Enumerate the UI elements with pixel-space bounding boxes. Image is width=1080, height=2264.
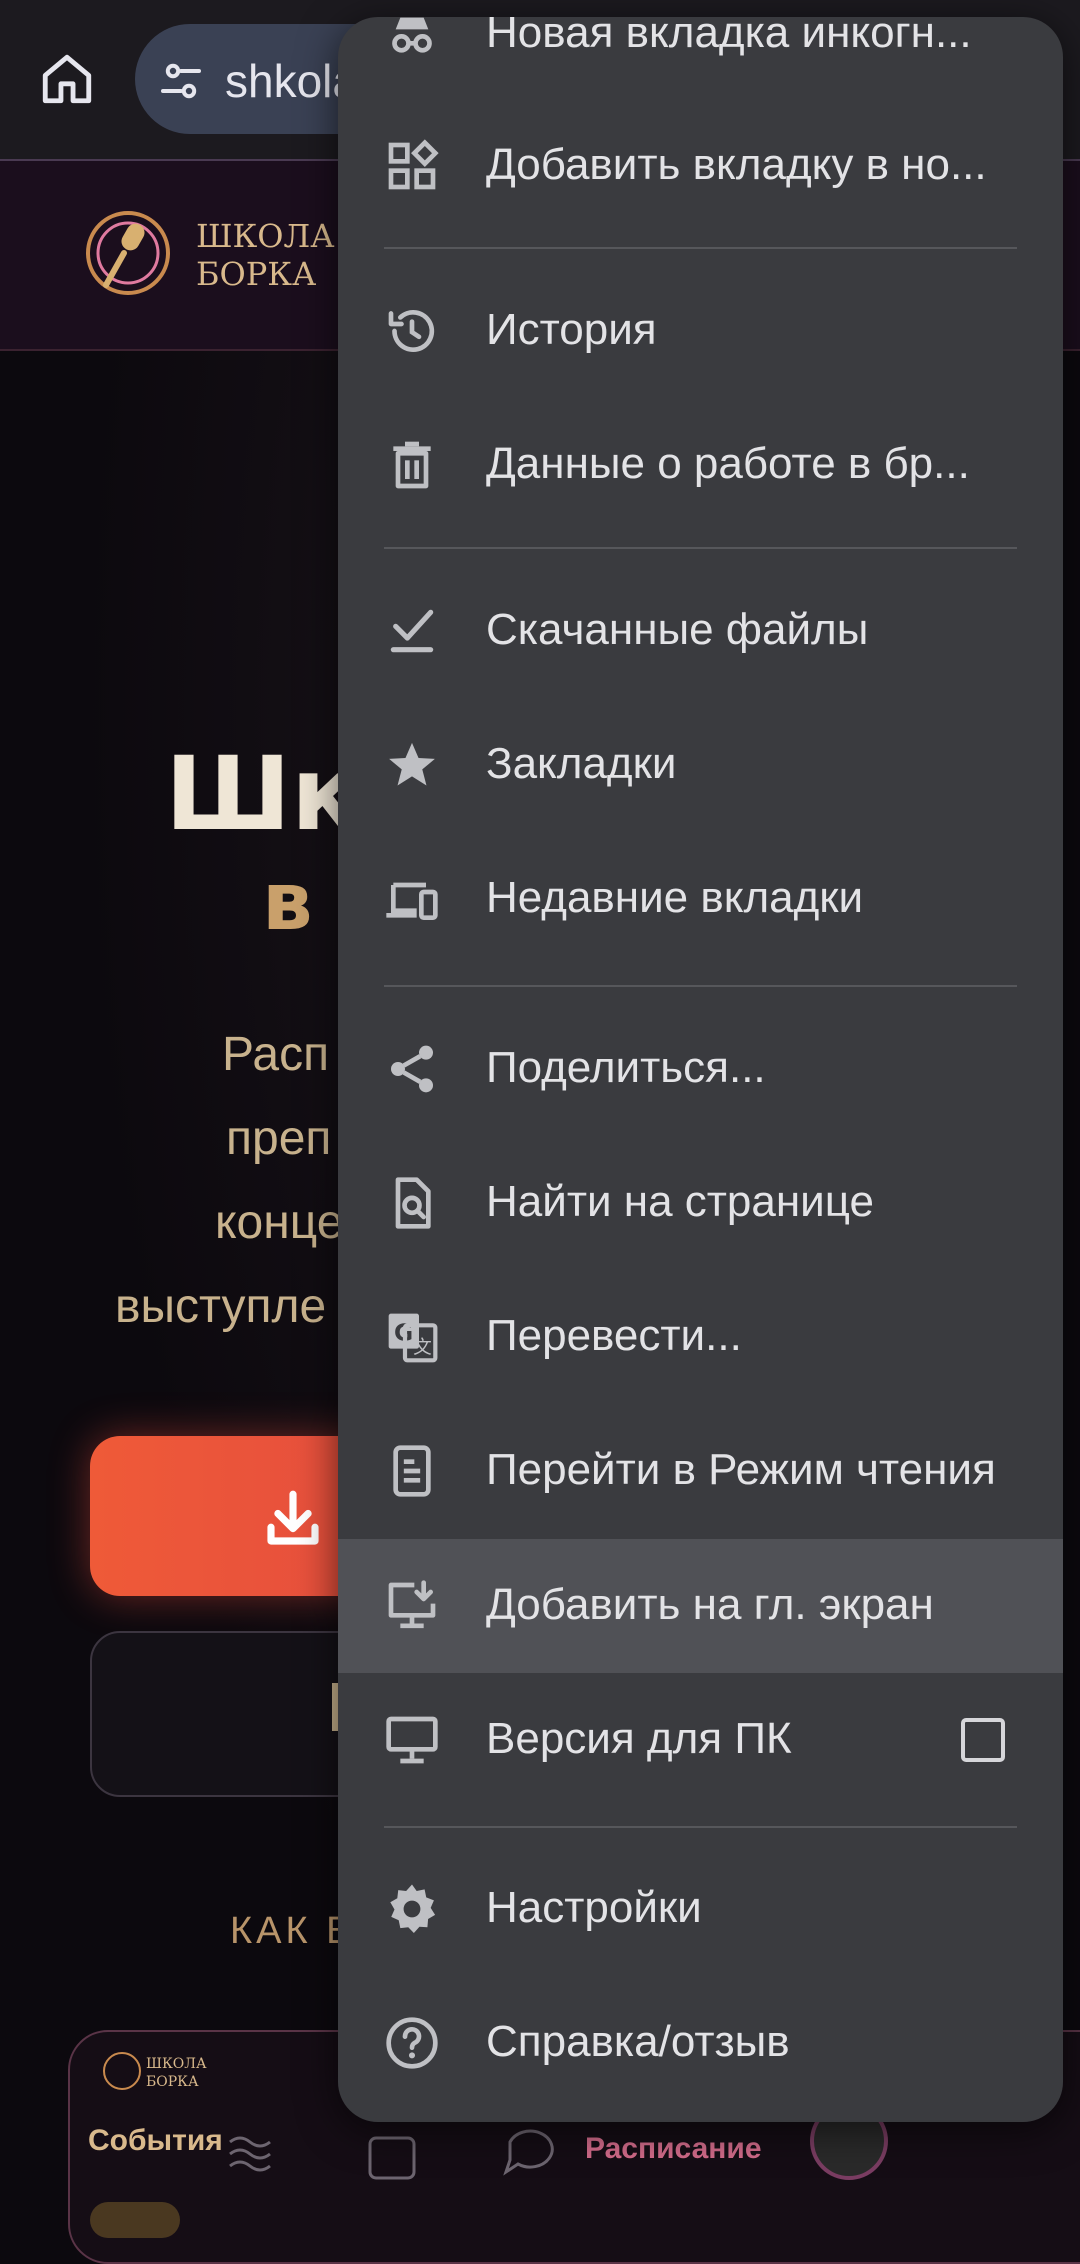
- desktop-icon: [386, 1716, 438, 1764]
- menu-item-label: Версия для ПК: [486, 1714, 792, 1763]
- svg-text:ШКОЛА: ШКОЛА: [146, 2056, 207, 2072]
- mini-events-label: События: [88, 2124, 223, 2157]
- translate-icon: G 文: [388, 1313, 438, 1363]
- settings-icon: [390, 1884, 436, 1934]
- menu-divider: [384, 1826, 1017, 1828]
- mini-logo: ШКОЛА БОРКА: [103, 2052, 207, 2090]
- site-settings-icon[interactable]: [157, 57, 205, 105]
- tab-group-icon: [388, 139, 439, 190]
- desktop-site-checkbox[interactable]: [961, 1718, 1005, 1762]
- menu-item-label: Настройки: [486, 1883, 702, 1932]
- incognito-icon: [392, 17, 432, 53]
- add-to-home-icon: [388, 1580, 436, 1629]
- how-section-label: КАК В: [230, 1910, 356, 1952]
- mini-schedule-label: Расписание: [585, 2132, 762, 2165]
- menu-item-clear-browsing-data[interactable]: Данные о работе в бр...: [338, 398, 1063, 532]
- home-icon: [42, 54, 92, 104]
- menu-item-recent-tabs[interactable]: Недавние вкладки: [338, 832, 1063, 966]
- menu-item-downloads[interactable]: Скачанные файлы: [338, 564, 1063, 698]
- browser-overflow-menu: Новая вкладка инкогн... Добавить вкладку…: [338, 17, 1063, 2122]
- trash-icon: [393, 441, 431, 489]
- menu-item-label: Скачанные файлы: [486, 605, 869, 654]
- school-logo[interactable]: ШКОЛА БОРКА: [76, 203, 346, 303]
- menu-item-translate[interactable]: G 文 Перевести...: [338, 1270, 1063, 1404]
- menu-divider: [384, 985, 1017, 987]
- menu-item-find-in-page[interactable]: Найти на странице: [338, 1136, 1063, 1270]
- menu-divider: [384, 547, 1017, 549]
- menu-item-label: Найти на странице: [486, 1177, 874, 1226]
- mini-nav-icons: [229, 2129, 554, 2180]
- share-icon: [391, 1045, 433, 1093]
- menu-item-label: Добавить на гл. экран: [486, 1580, 934, 1629]
- menu-item-label: Перейти в Режим чтения: [486, 1445, 996, 1494]
- menu-item-bookmarks[interactable]: Закладки: [338, 698, 1063, 832]
- star-icon: [389, 742, 435, 786]
- menu-item-label: Поделиться...: [486, 1043, 766, 1092]
- home-button[interactable]: [38, 50, 96, 108]
- menu-item-help-feedback[interactable]: Справка/отзыв: [338, 1976, 1063, 2110]
- hero-subtitle-line: выступле: [115, 1280, 327, 1333]
- help-icon: [386, 2017, 438, 2069]
- history-icon: [388, 310, 435, 352]
- svg-text:БОРКА: БОРКА: [196, 255, 316, 293]
- menu-item-label: История: [486, 305, 657, 354]
- menu-item-settings[interactable]: Настройки: [338, 1842, 1063, 1976]
- svg-text:ШКОЛА: ШКОЛА: [196, 217, 334, 255]
- menu-item-label: Добавить вкладку в но...: [486, 140, 987, 189]
- menu-item-add-to-home-screen[interactable]: Добавить на гл. экран: [338, 1539, 1063, 1673]
- menu-item-add-tab-to-group[interactable]: Добавить вкладку в но...: [338, 99, 1063, 233]
- menu-item-label: Данные о работе в бр...: [486, 439, 970, 488]
- hero-subtitle-line: Расп: [222, 1028, 330, 1081]
- menu-item-label: Перевести...: [486, 1311, 742, 1360]
- download-icon: [267, 1490, 319, 1545]
- menu-item-label: Закладки: [486, 739, 677, 788]
- find-in-page-icon: [395, 1177, 431, 1229]
- reader-mode-icon: [393, 1445, 431, 1497]
- mini-chip: [90, 2202, 180, 2238]
- menu-item-share[interactable]: Поделиться...: [338, 1002, 1063, 1136]
- menu-item-reader-mode[interactable]: Перейти в Режим чтения: [338, 1404, 1063, 1538]
- hero-subtitle-line: преп: [226, 1112, 332, 1165]
- svg-text:БОРКА: БОРКА: [146, 2074, 199, 2090]
- svg-text:文: 文: [413, 1337, 432, 1358]
- menu-item-label: Новая вкладка инкогн...: [486, 17, 972, 57]
- menu-item-new-incognito-tab[interactable]: Новая вкладка инкогн...: [338, 17, 1063, 101]
- menu-item-label: Справка/отзыв: [486, 2017, 790, 2066]
- download-check-icon: [390, 609, 434, 653]
- menu-divider: [384, 247, 1017, 249]
- menu-item-history[interactable]: История: [338, 264, 1063, 398]
- menu-item-label: Недавние вкладки: [486, 873, 864, 922]
- menu-item-desktop-site[interactable]: Версия для ПК: [338, 1673, 1063, 1807]
- devices-icon: [386, 882, 438, 920]
- hero-subtitle-line: конце: [215, 1196, 344, 1249]
